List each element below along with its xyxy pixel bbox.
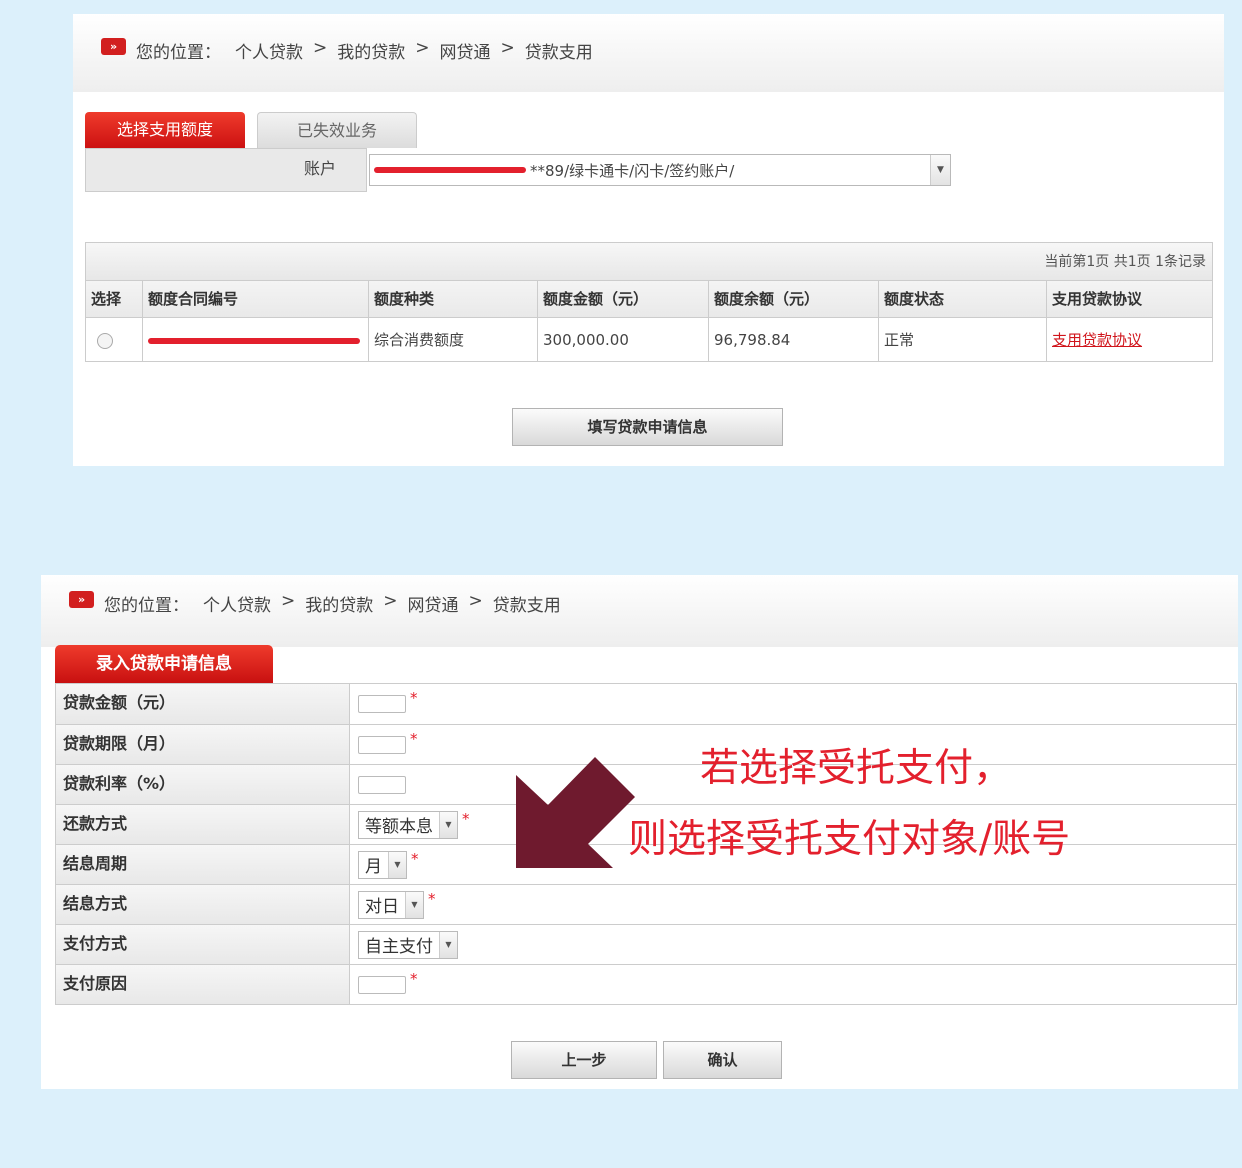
breadcrumb-prefix: 您的位置： [136, 43, 221, 63]
tab-bar: 选择支用额度 已失效业务 [85, 112, 417, 148]
required-mark: * [410, 729, 418, 748]
breadcrumb-item-loan-drawdown: 贷款支用 [492, 596, 561, 616]
required-mark: * [428, 889, 436, 908]
breadcrumb-prefix: 您的位置： [104, 596, 189, 616]
tab-enter-application[interactable]: 录入贷款申请信息 [55, 645, 273, 683]
breadcrumb-item-wangdaitong[interactable]: 网贷通 [408, 591, 459, 616]
account-select-value: **89/绿卡通卡/闪卡/签约账户/ [530, 161, 735, 180]
dropdown-arrow-icon[interactable]: ▼ [930, 155, 950, 185]
breadcrumb-item-my-loans[interactable]: 我的贷款 [337, 38, 405, 63]
breadcrumb-item-my-loans[interactable]: 我的贷款 [305, 591, 373, 616]
payment-method-select[interactable]: 自主支付 ▼ [358, 930, 458, 959]
column-header-credit-amount: 额度金额（元） [538, 281, 709, 317]
breadcrumb-separator: > [500, 38, 515, 58]
tab-expired-business[interactable]: 已失效业务 [257, 112, 417, 148]
column-header-agreement: 支用贷款协议 [1052, 290, 1143, 308]
loan-rate-field [358, 775, 406, 794]
select-value: 月 [365, 857, 382, 877]
annotation-line-1: 若选择受托支付， [700, 746, 1013, 791]
form-row-loan-amount: 贷款金额（元） * [56, 684, 1236, 724]
breadcrumb-item-personal-loan[interactable]: 个人贷款 [235, 38, 303, 63]
required-mark: * [411, 849, 419, 868]
form-row-loan-rate: 贷款利率（%） [56, 764, 1236, 804]
credit-balance-cell: 96,798.84 [709, 318, 879, 361]
row-select-radio[interactable] [97, 332, 113, 349]
annotation-line-2: 则选择受托支付对象/账号 [628, 817, 1071, 862]
select-value: 对日 [365, 897, 399, 917]
breadcrumb-separator: > [281, 591, 296, 611]
dropdown-arrow-icon[interactable]: ▼ [439, 931, 457, 958]
field-label: 支付方式 [56, 925, 350, 964]
agreement-cell: 支用贷款协议 [1047, 318, 1212, 361]
redaction-mark [374, 167, 526, 173]
breadcrumb-item-wangdaitong[interactable]: 网贷通 [440, 38, 491, 63]
required-mark: * [410, 689, 418, 707]
field-label: 贷款金额（元） [56, 684, 350, 724]
form-row-loan-term: 贷款期限（月） * [56, 724, 1236, 764]
contract-no-cell [143, 318, 369, 361]
form-row-payment-reason: 支付原因 * [56, 964, 1236, 1004]
breadcrumb-item-loan-drawdown: 贷款支用 [524, 43, 593, 63]
field-label: 结息方式 [56, 885, 350, 924]
select-value: 自主支付 [365, 937, 433, 957]
back-button[interactable]: 上一步 [511, 1041, 657, 1079]
double-chevron-icon: » [101, 38, 126, 55]
confirm-button[interactable]: 确认 [663, 1041, 782, 1079]
breadcrumb-separator: > [415, 38, 430, 58]
breadcrumb-separator: > [313, 38, 328, 58]
field-label: 结息周期 [56, 845, 350, 884]
credit-status-cell: 正常 [879, 318, 1047, 361]
payment-reason-input[interactable] [358, 975, 406, 994]
required-mark: * [462, 809, 470, 828]
field-label: 支付原因 [56, 965, 350, 1004]
agreement-link[interactable]: 支用贷款协议 [1052, 331, 1142, 349]
credit-selection-panel: » 您的位置： 个人贷款 > 我的贷款 > 网贷通 > 贷款支用 选择支用额度 … [73, 14, 1224, 466]
breadcrumb-item-personal-loan[interactable]: 个人贷款 [203, 591, 271, 616]
loan-amount-input[interactable] [358, 695, 406, 713]
redaction-mark [148, 337, 360, 344]
breadcrumb: » 您的位置： 个人贷款 > 我的贷款 > 网贷通 > 贷款支用 [73, 14, 1224, 92]
row-select-cell [86, 318, 143, 361]
column-header-credit-status: 额度状态 [879, 281, 1047, 317]
column-header-select: 选择 [86, 281, 143, 317]
fill-application-button[interactable]: 填写贷款申请信息 [512, 408, 783, 446]
table-row: 综合消费额度 300,000.00 96,798.84 正常 支用贷款协议 [86, 317, 1212, 361]
table-header-row: 选择 额度合同编号 额度种类 额度金额（元） 额度余额（元） 额度状态 支用贷款… [86, 281, 1212, 317]
pagination-info: 当前第1页 共1页 1条记录 [86, 243, 1212, 281]
required-mark: * [410, 969, 418, 988]
repayment-method-select[interactable]: 等额本息 ▼ [358, 810, 458, 839]
loan-term-input[interactable] [358, 735, 406, 754]
field-label: 还款方式 [56, 805, 350, 844]
field-label: 贷款期限（月） [56, 725, 350, 764]
credit-amount-cell: 300,000.00 [538, 318, 709, 361]
interest-period-select[interactable]: 月 ▼ [358, 850, 407, 879]
pointer-arrow-icon [516, 757, 635, 868]
double-chevron-icon: » [69, 591, 94, 608]
form-row-interest-method: 结息方式 对日 ▼ * [56, 884, 1236, 924]
column-header-credit-balance: 额度余额（元） [709, 281, 879, 317]
dropdown-arrow-icon[interactable]: ▼ [388, 851, 406, 878]
credit-table: 当前第1页 共1页 1条记录 选择 额度合同编号 额度种类 额度金额（元） 额度… [85, 242, 1213, 362]
column-header-credit-type: 额度种类 [369, 281, 538, 317]
account-select[interactable]: **89/绿卡通卡/闪卡/签约账户/ ▼ [369, 154, 951, 186]
dropdown-arrow-icon[interactable]: ▼ [439, 811, 457, 838]
select-value: 等额本息 [365, 817, 433, 837]
breadcrumb-separator: > [468, 591, 483, 611]
account-row: 账户 **89/绿卡通卡/闪卡/签约账户/ ▼ [85, 148, 951, 192]
breadcrumb-separator: > [383, 591, 398, 611]
tab-select-credit[interactable]: 选择支用额度 [85, 112, 245, 148]
field-label: 贷款利率（%） [56, 765, 350, 804]
interest-method-select[interactable]: 对日 ▼ [358, 890, 424, 919]
breadcrumb: » 您的位置： 个人贷款 > 我的贷款 > 网贷通 > 贷款支用 [41, 575, 1238, 647]
column-header-contract-no: 额度合同编号 [143, 281, 369, 317]
dropdown-arrow-icon[interactable]: ▼ [405, 891, 423, 918]
credit-type-cell: 综合消费额度 [369, 318, 538, 361]
form-row-payment-method: 支付方式 自主支付 ▼ [56, 924, 1236, 964]
account-label: 账户 [85, 148, 367, 192]
